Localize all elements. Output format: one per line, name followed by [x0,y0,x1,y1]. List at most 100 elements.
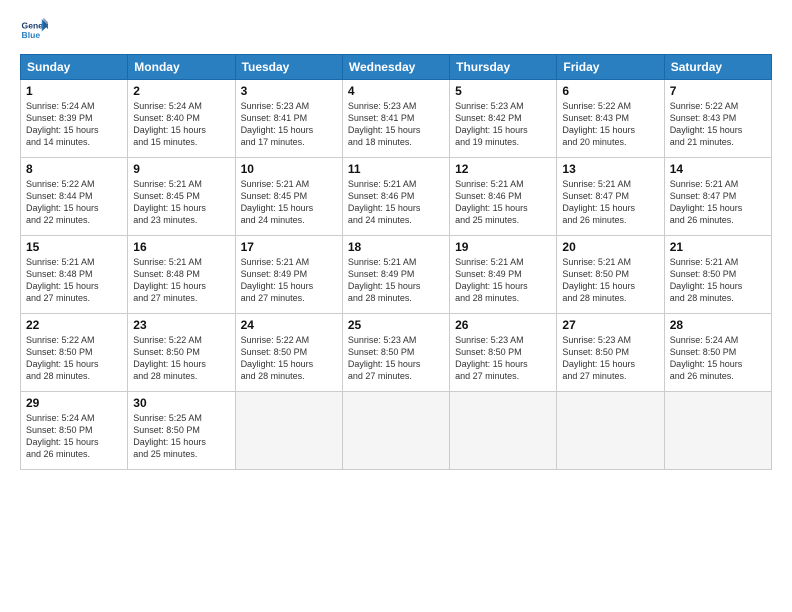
table-row: 12 Sunrise: 5:21 AM Sunset: 8:46 PM Dayli… [450,158,557,236]
day-info: Sunrise: 5:23 AM Sunset: 8:50 PM Dayligh… [455,334,551,383]
table-row: 28 Sunrise: 5:24 AM Sunset: 8:50 PM Dayli… [664,314,771,392]
day-info: Sunrise: 5:21 AM Sunset: 8:49 PM Dayligh… [455,256,551,305]
table-row: 15Sunrise: 5:21 AM Sunset: 8:48 PM Dayli… [21,236,128,314]
day-info: Sunrise: 5:23 AM Sunset: 8:41 PM Dayligh… [348,100,444,149]
day-info: Sunrise: 5:21 AM Sunset: 8:48 PM Dayligh… [133,256,229,305]
table-row: 26 Sunrise: 5:23 AM Sunset: 8:50 PM Dayli… [450,314,557,392]
day-number: 26 [455,318,551,332]
table-row: 6 Sunrise: 5:22 AM Sunset: 8:43 PM Daylig… [557,80,664,158]
calendar-header-row: Sunday Monday Tuesday Wednesday Thursday… [21,55,772,80]
day-info: Sunrise: 5:23 AM Sunset: 8:41 PM Dayligh… [241,100,337,149]
col-monday: Monday [128,55,235,80]
day-number: 30 [133,396,229,410]
day-number: 7 [670,84,766,98]
table-row [235,392,342,470]
table-row: 25 Sunrise: 5:23 AM Sunset: 8:50 PM Dayli… [342,314,449,392]
day-number: 5 [455,84,551,98]
table-row: 13 Sunrise: 5:21 AM Sunset: 8:47 PM Dayli… [557,158,664,236]
table-row: 24Sunrise: 5:22 AM Sunset: 8:50 PM Dayli… [235,314,342,392]
day-number: 20 [562,240,658,254]
day-info: Sunrise: 5:23 AM Sunset: 8:42 PM Dayligh… [455,100,551,149]
col-saturday: Saturday [664,55,771,80]
table-row: 2 Sunrise: 5:24 AM Sunset: 8:40 PM Daylig… [128,80,235,158]
logo-icon: General Blue [20,16,48,44]
day-info: Sunrise: 5:22 AM Sunset: 8:43 PM Dayligh… [562,100,658,149]
col-sunday: Sunday [21,55,128,80]
day-info: Sunrise: 5:21 AM Sunset: 8:45 PM Dayligh… [133,178,229,227]
table-row: 10 Sunrise: 5:21 AM Sunset: 8:45 PM Dayli… [235,158,342,236]
table-row: 7 Sunrise: 5:22 AM Sunset: 8:43 PM Daylig… [664,80,771,158]
day-number: 19 [455,240,551,254]
table-row: 8Sunrise: 5:22 AM Sunset: 8:44 PM Daylig… [21,158,128,236]
day-number: 23 [133,318,229,332]
day-number: 11 [348,162,444,176]
table-row: 1Sunrise: 5:24 AM Sunset: 8:39 PM Daylig… [21,80,128,158]
day-info: Sunrise: 5:22 AM Sunset: 8:43 PM Dayligh… [670,100,766,149]
svg-text:Blue: Blue [22,30,41,40]
table-row: 27Sunrise: 5:23 AM Sunset: 8:50 PM Dayli… [557,314,664,392]
col-wednesday: Wednesday [342,55,449,80]
table-row [664,392,771,470]
table-row: 17 Sunrise: 5:21 AM Sunset: 8:49 PM Dayli… [235,236,342,314]
calendar-week-row: 29 Sunrise: 5:24 AM Sunset: 8:50 PM Dayli… [21,392,772,470]
day-info: Sunrise: 5:23 AM Sunset: 8:50 PM Dayligh… [562,334,658,383]
day-number: 13 [562,162,658,176]
day-number: 28 [670,318,766,332]
table-row: 30 Sunrise: 5:25 AM Sunset: 8:50 PM Dayli… [128,392,235,470]
day-number: 12 [455,162,551,176]
table-row: 19 Sunrise: 5:21 AM Sunset: 8:49 PM Dayli… [450,236,557,314]
table-row: 22Sunrise: 5:22 AM Sunset: 8:50 PM Dayli… [21,314,128,392]
day-info: Sunrise: 5:24 AM Sunset: 8:50 PM Dayligh… [26,412,122,461]
day-number: 8 [26,162,122,176]
table-row: 16Sunrise: 5:21 AM Sunset: 8:48 PM Dayli… [128,236,235,314]
table-row: 21 Sunrise: 5:21 AM Sunset: 8:50 PM Dayli… [664,236,771,314]
day-number: 9 [133,162,229,176]
day-number: 22 [26,318,122,332]
page: General Blue Sunday Monday Tuesday Wedne… [0,0,792,612]
day-number: 18 [348,240,444,254]
calendar-week-row: 15Sunrise: 5:21 AM Sunset: 8:48 PM Dayli… [21,236,772,314]
table-row: 23Sunrise: 5:22 AM Sunset: 8:50 PM Dayli… [128,314,235,392]
day-info: Sunrise: 5:21 AM Sunset: 8:49 PM Dayligh… [241,256,337,305]
table-row: 11 Sunrise: 5:21 AM Sunset: 8:46 PM Dayli… [342,158,449,236]
day-info: Sunrise: 5:23 AM Sunset: 8:50 PM Dayligh… [348,334,444,383]
day-number: 24 [241,318,337,332]
table-row [342,392,449,470]
table-row: 18 Sunrise: 5:21 AM Sunset: 8:49 PM Dayli… [342,236,449,314]
table-row: 14Sunrise: 5:21 AM Sunset: 8:47 PM Dayli… [664,158,771,236]
table-row [450,392,557,470]
table-row: 5 Sunrise: 5:23 AM Sunset: 8:42 PM Daylig… [450,80,557,158]
day-number: 4 [348,84,444,98]
day-number: 29 [26,396,122,410]
day-info: Sunrise: 5:24 AM Sunset: 8:40 PM Dayligh… [133,100,229,149]
day-info: Sunrise: 5:21 AM Sunset: 8:47 PM Dayligh… [562,178,658,227]
day-number: 2 [133,84,229,98]
day-info: Sunrise: 5:21 AM Sunset: 8:50 PM Dayligh… [670,256,766,305]
table-row [557,392,664,470]
day-info: Sunrise: 5:25 AM Sunset: 8:50 PM Dayligh… [133,412,229,461]
day-number: 17 [241,240,337,254]
day-info: Sunrise: 5:21 AM Sunset: 8:45 PM Dayligh… [241,178,337,227]
calendar-week-row: 1Sunrise: 5:24 AM Sunset: 8:39 PM Daylig… [21,80,772,158]
logo: General Blue [20,16,52,44]
col-tuesday: Tuesday [235,55,342,80]
col-thursday: Thursday [450,55,557,80]
day-info: Sunrise: 5:21 AM Sunset: 8:46 PM Dayligh… [348,178,444,227]
day-info: Sunrise: 5:21 AM Sunset: 8:50 PM Dayligh… [562,256,658,305]
day-number: 3 [241,84,337,98]
calendar-week-row: 22Sunrise: 5:22 AM Sunset: 8:50 PM Dayli… [21,314,772,392]
day-number: 21 [670,240,766,254]
table-row: 29 Sunrise: 5:24 AM Sunset: 8:50 PM Dayli… [21,392,128,470]
table-row: 3 Sunrise: 5:23 AM Sunset: 8:41 PM Daylig… [235,80,342,158]
day-info: Sunrise: 5:21 AM Sunset: 8:49 PM Dayligh… [348,256,444,305]
day-number: 25 [348,318,444,332]
day-info: Sunrise: 5:21 AM Sunset: 8:48 PM Dayligh… [26,256,122,305]
day-number: 1 [26,84,122,98]
table-row: 4 Sunrise: 5:23 AM Sunset: 8:41 PM Daylig… [342,80,449,158]
day-info: Sunrise: 5:21 AM Sunset: 8:46 PM Dayligh… [455,178,551,227]
day-info: Sunrise: 5:24 AM Sunset: 8:50 PM Dayligh… [670,334,766,383]
calendar-table: Sunday Monday Tuesday Wednesday Thursday… [20,54,772,470]
day-number: 6 [562,84,658,98]
table-row: 20 Sunrise: 5:21 AM Sunset: 8:50 PM Dayli… [557,236,664,314]
day-number: 10 [241,162,337,176]
